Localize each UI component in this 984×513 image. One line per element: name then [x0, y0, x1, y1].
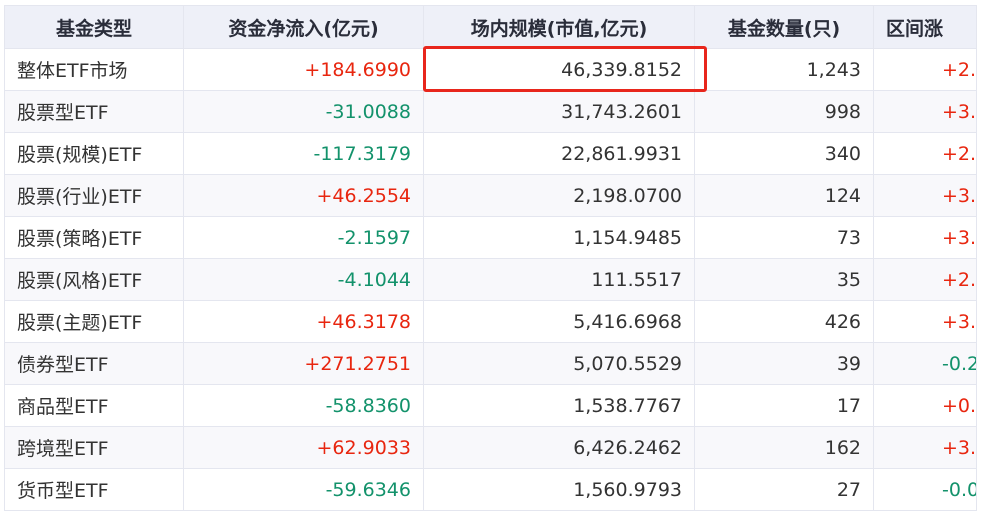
- market-scale-cell: 1,538.7767: [423, 384, 695, 427]
- fund-count-cell: 39: [694, 342, 874, 385]
- market-scale-cell: 22,861.9931: [423, 132, 695, 175]
- fund-count-cell: 73: [694, 216, 874, 259]
- header-net-inflow[interactable]: 资金净流入(亿元): [183, 5, 424, 49]
- period-change-cell: +2.9: [873, 132, 976, 175]
- period-change-cell: +3.3: [873, 174, 976, 217]
- net-inflow-cell: +46.2554: [183, 174, 424, 217]
- period-change-cell: +3.4: [873, 216, 976, 259]
- fund-count-cell: 998: [694, 90, 874, 133]
- table-header: 基金类型 资金净流入(亿元) 场内规模(市值,亿元) 基金数量(只) 区间涨: [4, 5, 976, 49]
- period-change-cell: +0.7: [873, 384, 976, 427]
- fund-count-cell: 162: [694, 426, 874, 469]
- net-inflow-cell: -4.1044: [183, 258, 424, 301]
- market-scale-cell: 1,154.9485: [423, 216, 695, 259]
- market-scale-cell: 111.5517: [423, 258, 695, 301]
- table-row[interactable]: 股票型ETF-31.008831,743.2601998+3.2: [4, 90, 976, 133]
- market-scale-cell: 6,426.2462: [423, 426, 695, 469]
- net-inflow-cell: +62.9033: [183, 426, 424, 469]
- table-row[interactable]: 股票(主题)ETF+46.31785,416.6968426+3.2: [4, 300, 976, 343]
- header-period-change[interactable]: 区间涨: [873, 5, 976, 49]
- table-row[interactable]: 股票(策略)ETF-2.15971,154.948573+3.4: [4, 216, 976, 259]
- market-scale-cell: 31,743.2601: [423, 90, 695, 133]
- fund-type-cell: 股票(策略)ETF: [4, 216, 184, 259]
- header-market-scale[interactable]: 场内规模(市值,亿元): [423, 5, 695, 49]
- fund-type-cell: 货币型ETF: [4, 468, 184, 511]
- fund-type-cell: 债券型ETF: [4, 342, 184, 385]
- fund-type-cell: 股票(规模)ETF: [4, 132, 184, 175]
- net-inflow-cell: -2.1597: [183, 216, 424, 259]
- net-inflow-cell: -59.6346: [183, 468, 424, 511]
- fund-count-cell: 27: [694, 468, 874, 511]
- fund-type-cell: 股票(主题)ETF: [4, 300, 184, 343]
- net-inflow-cell: +46.3178: [183, 300, 424, 343]
- net-inflow-cell: +184.6990: [183, 48, 424, 91]
- net-inflow-cell: -58.8360: [183, 384, 424, 427]
- fund-count-cell: 124: [694, 174, 874, 217]
- fund-type-cell: 股票(行业)ETF: [4, 174, 184, 217]
- header-fund-type[interactable]: 基金类型: [4, 5, 184, 49]
- table-row[interactable]: 股票(风格)ETF-4.1044111.551735+2.3: [4, 258, 976, 301]
- fund-type-cell: 跨境型ETF: [4, 426, 184, 469]
- fund-count-cell: 340: [694, 132, 874, 175]
- table-row[interactable]: 股票(行业)ETF+46.25542,198.0700124+3.3: [4, 174, 976, 217]
- market-scale-cell: 5,416.6968: [423, 300, 695, 343]
- table-row[interactable]: 整体ETF市场+184.699046,339.81521,243+2.9: [4, 48, 976, 91]
- table-row[interactable]: 商品型ETF-58.83601,538.776717+0.7: [4, 384, 976, 427]
- period-change-cell: +3.2: [873, 90, 976, 133]
- market-scale-cell: 2,198.0700: [423, 174, 695, 217]
- table-row[interactable]: 债券型ETF +271.2751 5,070.5529 39 -0.2: [4, 342, 976, 385]
- fund-type-cell: 股票(风格)ETF: [4, 258, 184, 301]
- fund-type-cell: 股票型ETF: [4, 90, 184, 133]
- market-scale-cell: 1,560.9793: [423, 468, 695, 511]
- etf-table-container: 基金类型 资金净流入(亿元) 场内规模(市值,亿元) 基金数量(只) 区间涨 整…: [4, 5, 977, 511]
- period-change-cell: -0.2: [873, 342, 976, 385]
- fund-count-cell: 17: [694, 384, 874, 427]
- period-change-cell: +3.2: [873, 300, 976, 343]
- fund-count-cell: 1,243: [694, 48, 874, 91]
- table-row[interactable]: 货币型ETF -59.6346 1,560.9793 27 -0.0: [4, 468, 976, 511]
- market-scale-cell: 46,339.8152: [423, 48, 695, 91]
- fund-count-cell: 426: [694, 300, 874, 343]
- net-inflow-cell: -117.3179: [183, 132, 424, 175]
- fund-type-cell: 商品型ETF: [4, 384, 184, 427]
- table-row[interactable]: 股票(规模)ETF-117.317922,861.9931340+2.9: [4, 132, 976, 175]
- period-change-cell: +2.3: [873, 258, 976, 301]
- net-inflow-cell: -31.0088: [183, 90, 424, 133]
- table-row[interactable]: 跨境型ETF+62.90336,426.2462162+3.3: [4, 426, 976, 469]
- period-change-cell: +2.9: [873, 48, 976, 91]
- market-scale-cell: 5,070.5529: [423, 342, 695, 385]
- etf-table: 基金类型 资金净流入(亿元) 场内规模(市值,亿元) 基金数量(只) 区间涨 整…: [4, 5, 976, 511]
- fund-count-cell: 35: [694, 258, 874, 301]
- net-inflow-cell: +271.2751: [183, 342, 424, 385]
- period-change-cell: +3.3: [873, 426, 976, 469]
- period-change-cell: -0.0: [873, 468, 976, 511]
- header-fund-count[interactable]: 基金数量(只): [694, 5, 874, 49]
- fund-type-cell: 整体ETF市场: [4, 48, 184, 91]
